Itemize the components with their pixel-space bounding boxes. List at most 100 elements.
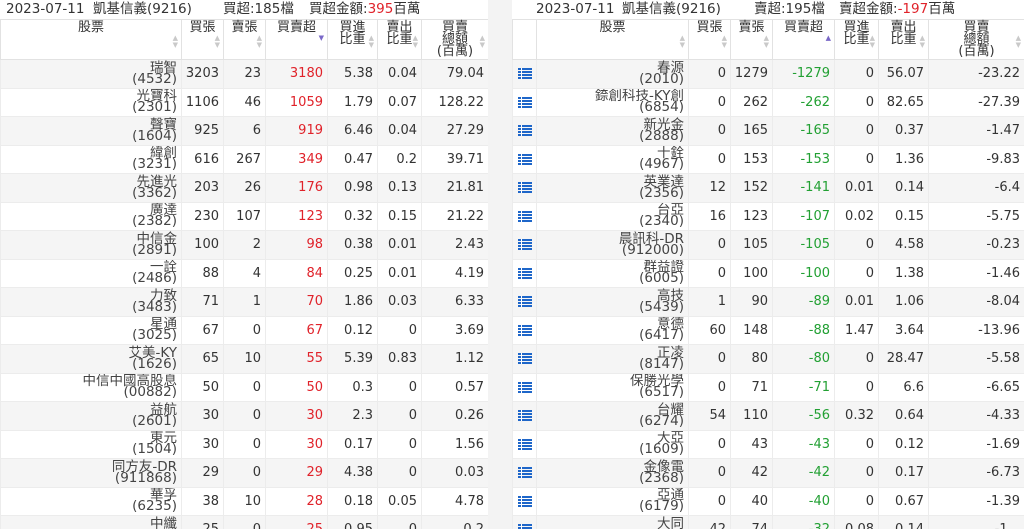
detail-cell[interactable] xyxy=(512,87,537,117)
table-row[interactable]: 大同(1...)4274-320.080.14-1... xyxy=(512,515,1024,529)
sort-arrows-icon[interactable]: ▲ ▼ xyxy=(480,35,485,49)
sort-arrows-icon[interactable]: ▲ ▼ xyxy=(257,35,262,49)
stock-name-cell[interactable]: 正凌 (8147) xyxy=(536,344,689,374)
stock-name-cell[interactable]: 亞通 (6179) xyxy=(536,486,689,516)
sort-arrows-icon[interactable]: ▲ ▼ xyxy=(764,35,769,49)
stock-name-cell[interactable]: 十銓 (4967) xyxy=(536,144,689,174)
stock-name-cell[interactable]: 聲寶 (1604) xyxy=(0,116,182,146)
column-header-buy-ratio[interactable]: 買進 比重 ▲ ▼ xyxy=(327,19,378,60)
detail-cell[interactable] xyxy=(512,59,537,89)
stock-name-cell[interactable]: 益航 (2601) xyxy=(0,401,182,431)
table-row[interactable]: 亞通 (6179) 0 40 -40 0 0.67 -1.39 xyxy=(512,486,1024,516)
stock-name-cell[interactable]: 台耀 (6274) xyxy=(536,401,689,431)
table-row[interactable]: 力致 (3483) 71 1 70 1.86 0.03 6.33 xyxy=(0,287,488,317)
table-row[interactable]: 錼創科技-KY創 (6854) 0 262 -262 0 82.65 -27.39 xyxy=(512,87,1024,117)
list-detail-icon[interactable] xyxy=(517,239,532,251)
stock-name-cell[interactable]: 先進光 (3362) xyxy=(0,173,182,203)
table-row[interactable]: 金像電 (2368) 0 42 -42 0 0.17 -6.73 xyxy=(512,458,1024,488)
list-detail-icon[interactable] xyxy=(517,438,532,450)
table-row[interactable]: 意德 (6417) 60 148 -88 1.47 3.64 -13.96 xyxy=(512,315,1024,345)
list-detail-icon[interactable] xyxy=(517,182,532,194)
table-row[interactable]: 星通 (3025) 67 0 67 0.12 0 3.69 xyxy=(0,315,488,345)
stock-name-cell[interactable]: 力致 (3483) xyxy=(0,287,182,317)
stock-name-cell[interactable]: 廣達 (2382) xyxy=(0,201,182,231)
detail-cell[interactable] xyxy=(512,230,537,260)
table-row[interactable]: 同方友-DR (911868) 29 0 29 4.38 0 0.03 xyxy=(0,458,488,488)
sort-arrows-icon[interactable]: ▲ xyxy=(826,35,831,42)
detail-cell[interactable] xyxy=(512,144,537,174)
table-row[interactable]: 大亞 (1609) 0 43 -43 0 0.12 -1.69 xyxy=(512,429,1024,459)
list-detail-icon[interactable] xyxy=(517,96,532,108)
detail-cell[interactable] xyxy=(512,486,537,516)
table-row[interactable]: 春源 (2010) 0 1279 -1279 0 56.07 -23.22 xyxy=(512,59,1024,89)
detail-cell[interactable] xyxy=(512,401,537,431)
list-detail-icon[interactable] xyxy=(517,381,532,393)
table-row[interactable]: 一詮 (2486) 88 4 84 0.25 0.01 4.19 xyxy=(0,258,488,288)
sort-arrows-icon[interactable]: ▲ ▼ xyxy=(369,35,374,49)
table-row[interactable]: 台耀 (6274) 54 110 -56 0.32 0.64 -4.33 xyxy=(512,401,1024,431)
stock-name-cell[interactable]: 錼創科技-KY創 (6854) xyxy=(536,87,689,117)
table-row[interactable]: 英業達 (2356) 12 152 -141 0.01 0.14 -6.4 xyxy=(512,173,1024,203)
column-header-sell[interactable]: 賣張 ▲ ▼ xyxy=(223,19,266,60)
table-row[interactable]: 中信中國高股息 (00882) 50 0 50 0.3 0 0.57 xyxy=(0,372,488,402)
detail-cell[interactable] xyxy=(512,429,537,459)
table-row[interactable]: 益航 (2601) 30 0 30 2.3 0 0.26 xyxy=(0,401,488,431)
table-row[interactable]: 光寶科 (2301) 1106 46 1059 1.79 0.07 128.22 xyxy=(0,87,488,117)
column-header-sell-ratio[interactable]: 賣出 比重 ▲ ▼ xyxy=(377,19,422,60)
stock-name-cell[interactable]: 大亞 (1609) xyxy=(536,429,689,459)
column-header-sell-ratio[interactable]: 賣出 比重 ▲ ▼ xyxy=(878,19,929,60)
detail-cell[interactable] xyxy=(512,458,537,488)
list-detail-icon[interactable] xyxy=(517,495,532,507)
table-row[interactable]: 十銓 (4967) 0 153 -153 0 1.36 -9.83 xyxy=(512,144,1024,174)
list-detail-icon[interactable] xyxy=(517,524,532,529)
table-row[interactable]: 中信金 (2891) 100 2 98 0.38 0.01 2.43 xyxy=(0,230,488,260)
table-row[interactable]: 高技 (5439) 1 90 -89 0.01 1.06 -8.04 xyxy=(512,287,1024,317)
table-row[interactable]: 保勝光學 (6517) 0 71 -71 0 6.6 -6.65 xyxy=(512,372,1024,402)
table-row[interactable]: 東元 (1504) 30 0 30 0.17 0 1.56 xyxy=(0,429,488,459)
sort-arrows-icon[interactable]: ▲ ▼ xyxy=(1016,35,1021,49)
sort-arrows-icon[interactable]: ▲ ▼ xyxy=(870,35,875,49)
stock-name-cell[interactable]: 瑞智 (4532) xyxy=(0,59,182,89)
stock-name-cell[interactable]: 春源 (2010) xyxy=(536,59,689,89)
table-row[interactable]: 中纖(1718)250250.9500.2 xyxy=(0,515,488,529)
column-header-buy[interactable]: 買張 ▲ ▼ xyxy=(688,19,731,60)
table-row[interactable]: 台亞 (2340) 16 123 -107 0.02 0.15 -5.75 xyxy=(512,201,1024,231)
stock-name-cell[interactable]: 高技 (5439) xyxy=(536,287,689,317)
column-header-net[interactable]: 買賣超 ▲ xyxy=(772,19,835,60)
detail-cell[interactable] xyxy=(512,344,537,374)
sort-arrows-icon[interactable]: ▼ xyxy=(319,35,324,42)
detail-cell[interactable] xyxy=(512,258,537,288)
column-header-total[interactable]: 買賣 總額 (百萬) ▲ ▼ xyxy=(928,19,1024,60)
column-header-net[interactable]: 買賣超 ▼ xyxy=(265,19,328,60)
table-row[interactable]: 群益證 (6005) 0 100 -100 0 1.38 -1.46 xyxy=(512,258,1024,288)
list-detail-icon[interactable] xyxy=(517,210,532,222)
detail-cell[interactable] xyxy=(512,201,537,231)
stock-name-cell[interactable]: 金像電 (2368) xyxy=(536,458,689,488)
table-row[interactable]: 艾美-KY (1626) 65 10 55 5.39 0.83 1.12 xyxy=(0,344,488,374)
stock-name-cell[interactable]: 同方友-DR (911868) xyxy=(0,458,182,488)
stock-name-cell[interactable]: 群益證 (6005) xyxy=(536,258,689,288)
list-detail-icon[interactable] xyxy=(517,353,532,365)
table-row[interactable]: 新光金 (2888) 0 165 -165 0 0.37 -1.47 xyxy=(512,116,1024,146)
table-row[interactable]: 先進光 (3362) 203 26 176 0.98 0.13 21.81 xyxy=(0,173,488,203)
stock-name-cell[interactable]: 中纖(1718) xyxy=(0,515,182,529)
stock-name-cell[interactable]: 一詮 (2486) xyxy=(0,258,182,288)
stock-name-cell[interactable]: 英業達 (2356) xyxy=(536,173,689,203)
stock-name-cell[interactable]: 中信中國高股息 (00882) xyxy=(0,372,182,402)
list-detail-icon[interactable] xyxy=(517,125,532,137)
stock-name-cell[interactable]: 光寶科 (2301) xyxy=(0,87,182,117)
list-detail-icon[interactable] xyxy=(517,324,532,336)
stock-name-cell[interactable]: 大同(1...) xyxy=(536,515,689,529)
table-row[interactable]: 華孚 (6235) 38 10 28 0.18 0.05 4.78 xyxy=(0,486,488,516)
detail-cell[interactable] xyxy=(512,116,537,146)
detail-cell[interactable] xyxy=(512,372,537,402)
table-row[interactable]: 廣達 (2382) 230 107 123 0.32 0.15 21.22 xyxy=(0,201,488,231)
sort-arrows-icon[interactable]: ▲ ▼ xyxy=(722,35,727,49)
list-detail-icon[interactable] xyxy=(517,296,532,308)
column-header-buy-ratio[interactable]: 買進 比重 ▲ ▼ xyxy=(834,19,879,60)
table-row[interactable]: 聲寶 (1604) 925 6 919 6.46 0.04 27.29 xyxy=(0,116,488,146)
detail-cell[interactable] xyxy=(512,287,537,317)
stock-name-cell[interactable]: 艾美-KY (1626) xyxy=(0,344,182,374)
stock-name-cell[interactable]: 東元 (1504) xyxy=(0,429,182,459)
stock-name-cell[interactable]: 保勝光學 (6517) xyxy=(536,372,689,402)
